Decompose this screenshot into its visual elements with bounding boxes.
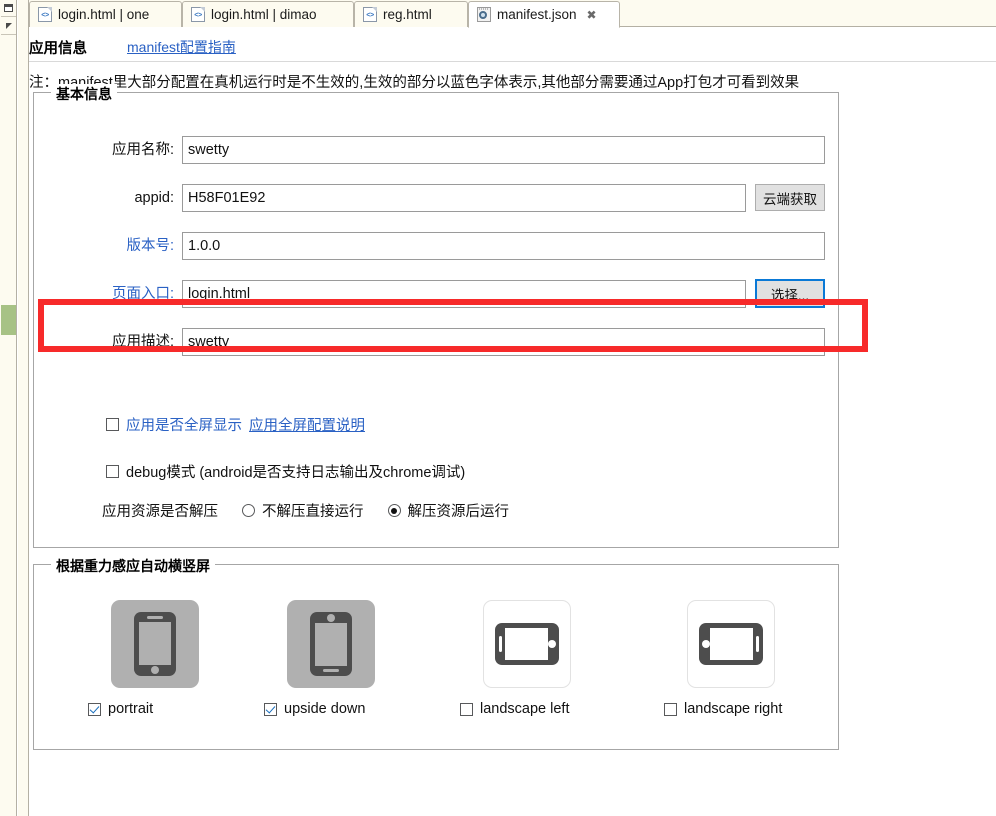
choose-button[interactable]: 选择...	[755, 279, 825, 308]
portrait-checkbox[interactable]	[88, 702, 101, 716]
basic-info-fieldset: 基本信息 应用名称: swetty appid: H58F01E92 云端获取 …	[33, 84, 840, 548]
unpack-label: 应用资源是否解压	[102, 504, 218, 520]
triangle-glyph-icon	[5, 23, 12, 29]
portrait-checkbox-row: portrait	[80, 701, 230, 717]
phone-landscape-right-icon	[687, 600, 775, 688]
basic-info-legend: 基本信息	[51, 84, 117, 104]
appid-input[interactable]: H58F01E92	[182, 184, 746, 212]
fullscreen-help-link[interactable]: 应用全屏配置说明	[249, 414, 365, 435]
section-header: 应用信息 manifest配置指南	[29, 34, 236, 60]
upside-down-label: upside down	[284, 701, 366, 717]
debug-checkbox-row: debug模式 (android是否支持日志输出及chrome调试)	[106, 461, 465, 482]
orientation-card-landscape-left[interactable]: landscape left	[452, 600, 602, 717]
window-glyph-icon	[4, 4, 13, 12]
tab-label: reg.html	[383, 6, 432, 22]
phone-upside-down-icon	[287, 600, 375, 688]
landscape-left-checkbox[interactable]	[460, 702, 473, 716]
upside-down-checkbox-row: upside down	[256, 701, 406, 717]
radio-no-unpack-label: 不解压直接运行	[262, 504, 364, 520]
landscape-left-checkbox-row: landscape left	[452, 701, 602, 717]
cloud-fetch-button[interactable]: 云端获取	[755, 184, 825, 211]
phone-landscape-left-icon	[483, 600, 571, 688]
editor-gutter	[18, 0, 29, 816]
html-file-icon: <>	[363, 7, 377, 22]
fullscreen-checkbox-row: 应用是否全屏显示 应用全屏配置说明	[106, 414, 365, 435]
field-label: 应用名称:	[111, 142, 174, 158]
note-text: 注：manifest里大部分配置在真机运行时是不生效的,生效的部分以蓝色字体表示…	[29, 75, 800, 91]
app-name-input[interactable]: swetty	[182, 136, 825, 164]
field-row-app-description: 应用描述: swetty	[34, 327, 840, 357]
restore-window-icon[interactable]	[1, 0, 16, 17]
orientation-options: portrait upside down landscape left land…	[34, 600, 840, 740]
radio-no-unpack[interactable]	[242, 504, 255, 517]
tab-login-html-one[interactable]: <> login.html | one	[29, 1, 182, 27]
field-label: 版本号:	[126, 238, 174, 254]
page-title: 应用信息	[29, 40, 87, 57]
unpack-radio-row: 应用资源是否解压 不解压直接运行 解压资源后运行	[102, 500, 509, 521]
tab-label: manifest.json	[497, 6, 577, 22]
html-file-icon: <>	[191, 7, 205, 22]
orientation-fieldset: 根据重力感应自动横竖屏 portrait upside down landsca…	[33, 556, 840, 750]
radio-unpack[interactable]	[387, 504, 401, 517]
panel-marker[interactable]	[1, 305, 16, 335]
tab-manifest-json[interactable]: manifest.json ✖	[468, 1, 620, 28]
html-file-icon: <>	[38, 7, 52, 22]
orientation-legend: 根据重力感应自动横竖屏	[51, 556, 215, 576]
landscape-right-checkbox-row: landscape right	[656, 701, 806, 717]
app-description-input[interactable]: swetty	[182, 328, 825, 356]
orientation-card-portrait[interactable]: portrait	[80, 600, 230, 717]
fullscreen-label: 应用是否全屏显示	[126, 418, 242, 434]
field-row-version: 版本号: 1.0.0	[34, 231, 840, 261]
app-window: <> login.html | one <> login.html | dima…	[0, 0, 996, 816]
orientation-card-landscape-right[interactable]: landscape right	[656, 600, 806, 717]
collapse-panel-icon[interactable]	[1, 18, 16, 35]
json-file-icon	[477, 7, 491, 22]
manifest-guide-link[interactable]: manifest配置指南	[127, 37, 236, 57]
tab-login-html-dimao[interactable]: <> login.html | dimao	[182, 1, 354, 27]
landscape-right-label: landscape right	[684, 701, 783, 717]
tab-reg-html[interactable]: <> reg.html	[354, 1, 468, 27]
header-divider	[29, 61, 996, 62]
phone-portrait-icon	[111, 600, 199, 688]
field-row-entry-page: 页面入口: login.html 选择...	[34, 279, 840, 309]
manifest-editor-pane: 应用信息 manifest配置指南 注：manifest里大部分配置在真机运行时…	[29, 27, 996, 816]
debug-checkbox[interactable]	[106, 465, 119, 478]
entry-page-input[interactable]: login.html	[182, 280, 746, 308]
debug-label: debug模式 (android是否支持日志输出及chrome调试)	[126, 465, 466, 481]
upside-down-checkbox[interactable]	[264, 702, 277, 716]
tab-bar: <> login.html | one <> login.html | dima…	[29, 0, 996, 28]
field-label: appid:	[134, 190, 174, 206]
tab-label: login.html | dimao	[211, 6, 317, 22]
tab-label: login.html | one	[58, 6, 150, 22]
landscape-left-label: landscape left	[480, 701, 570, 717]
field-row-appid: appid: H58F01E92 云端获取	[34, 183, 840, 213]
field-label: 应用描述:	[111, 334, 174, 350]
fullscreen-checkbox[interactable]	[106, 418, 119, 431]
radio-unpack-label: 解压资源后运行	[407, 504, 510, 520]
portrait-label: portrait	[108, 701, 154, 717]
field-label: 页面入口:	[111, 286, 174, 302]
close-icon[interactable]: ✖	[587, 9, 597, 21]
version-input[interactable]: 1.0.0	[182, 232, 825, 260]
left-tool-strip	[0, 0, 17, 816]
landscape-right-checkbox[interactable]	[664, 702, 677, 716]
field-row-app-name: 应用名称: swetty	[34, 135, 840, 165]
orientation-card-upside-down[interactable]: upside down	[256, 600, 406, 717]
